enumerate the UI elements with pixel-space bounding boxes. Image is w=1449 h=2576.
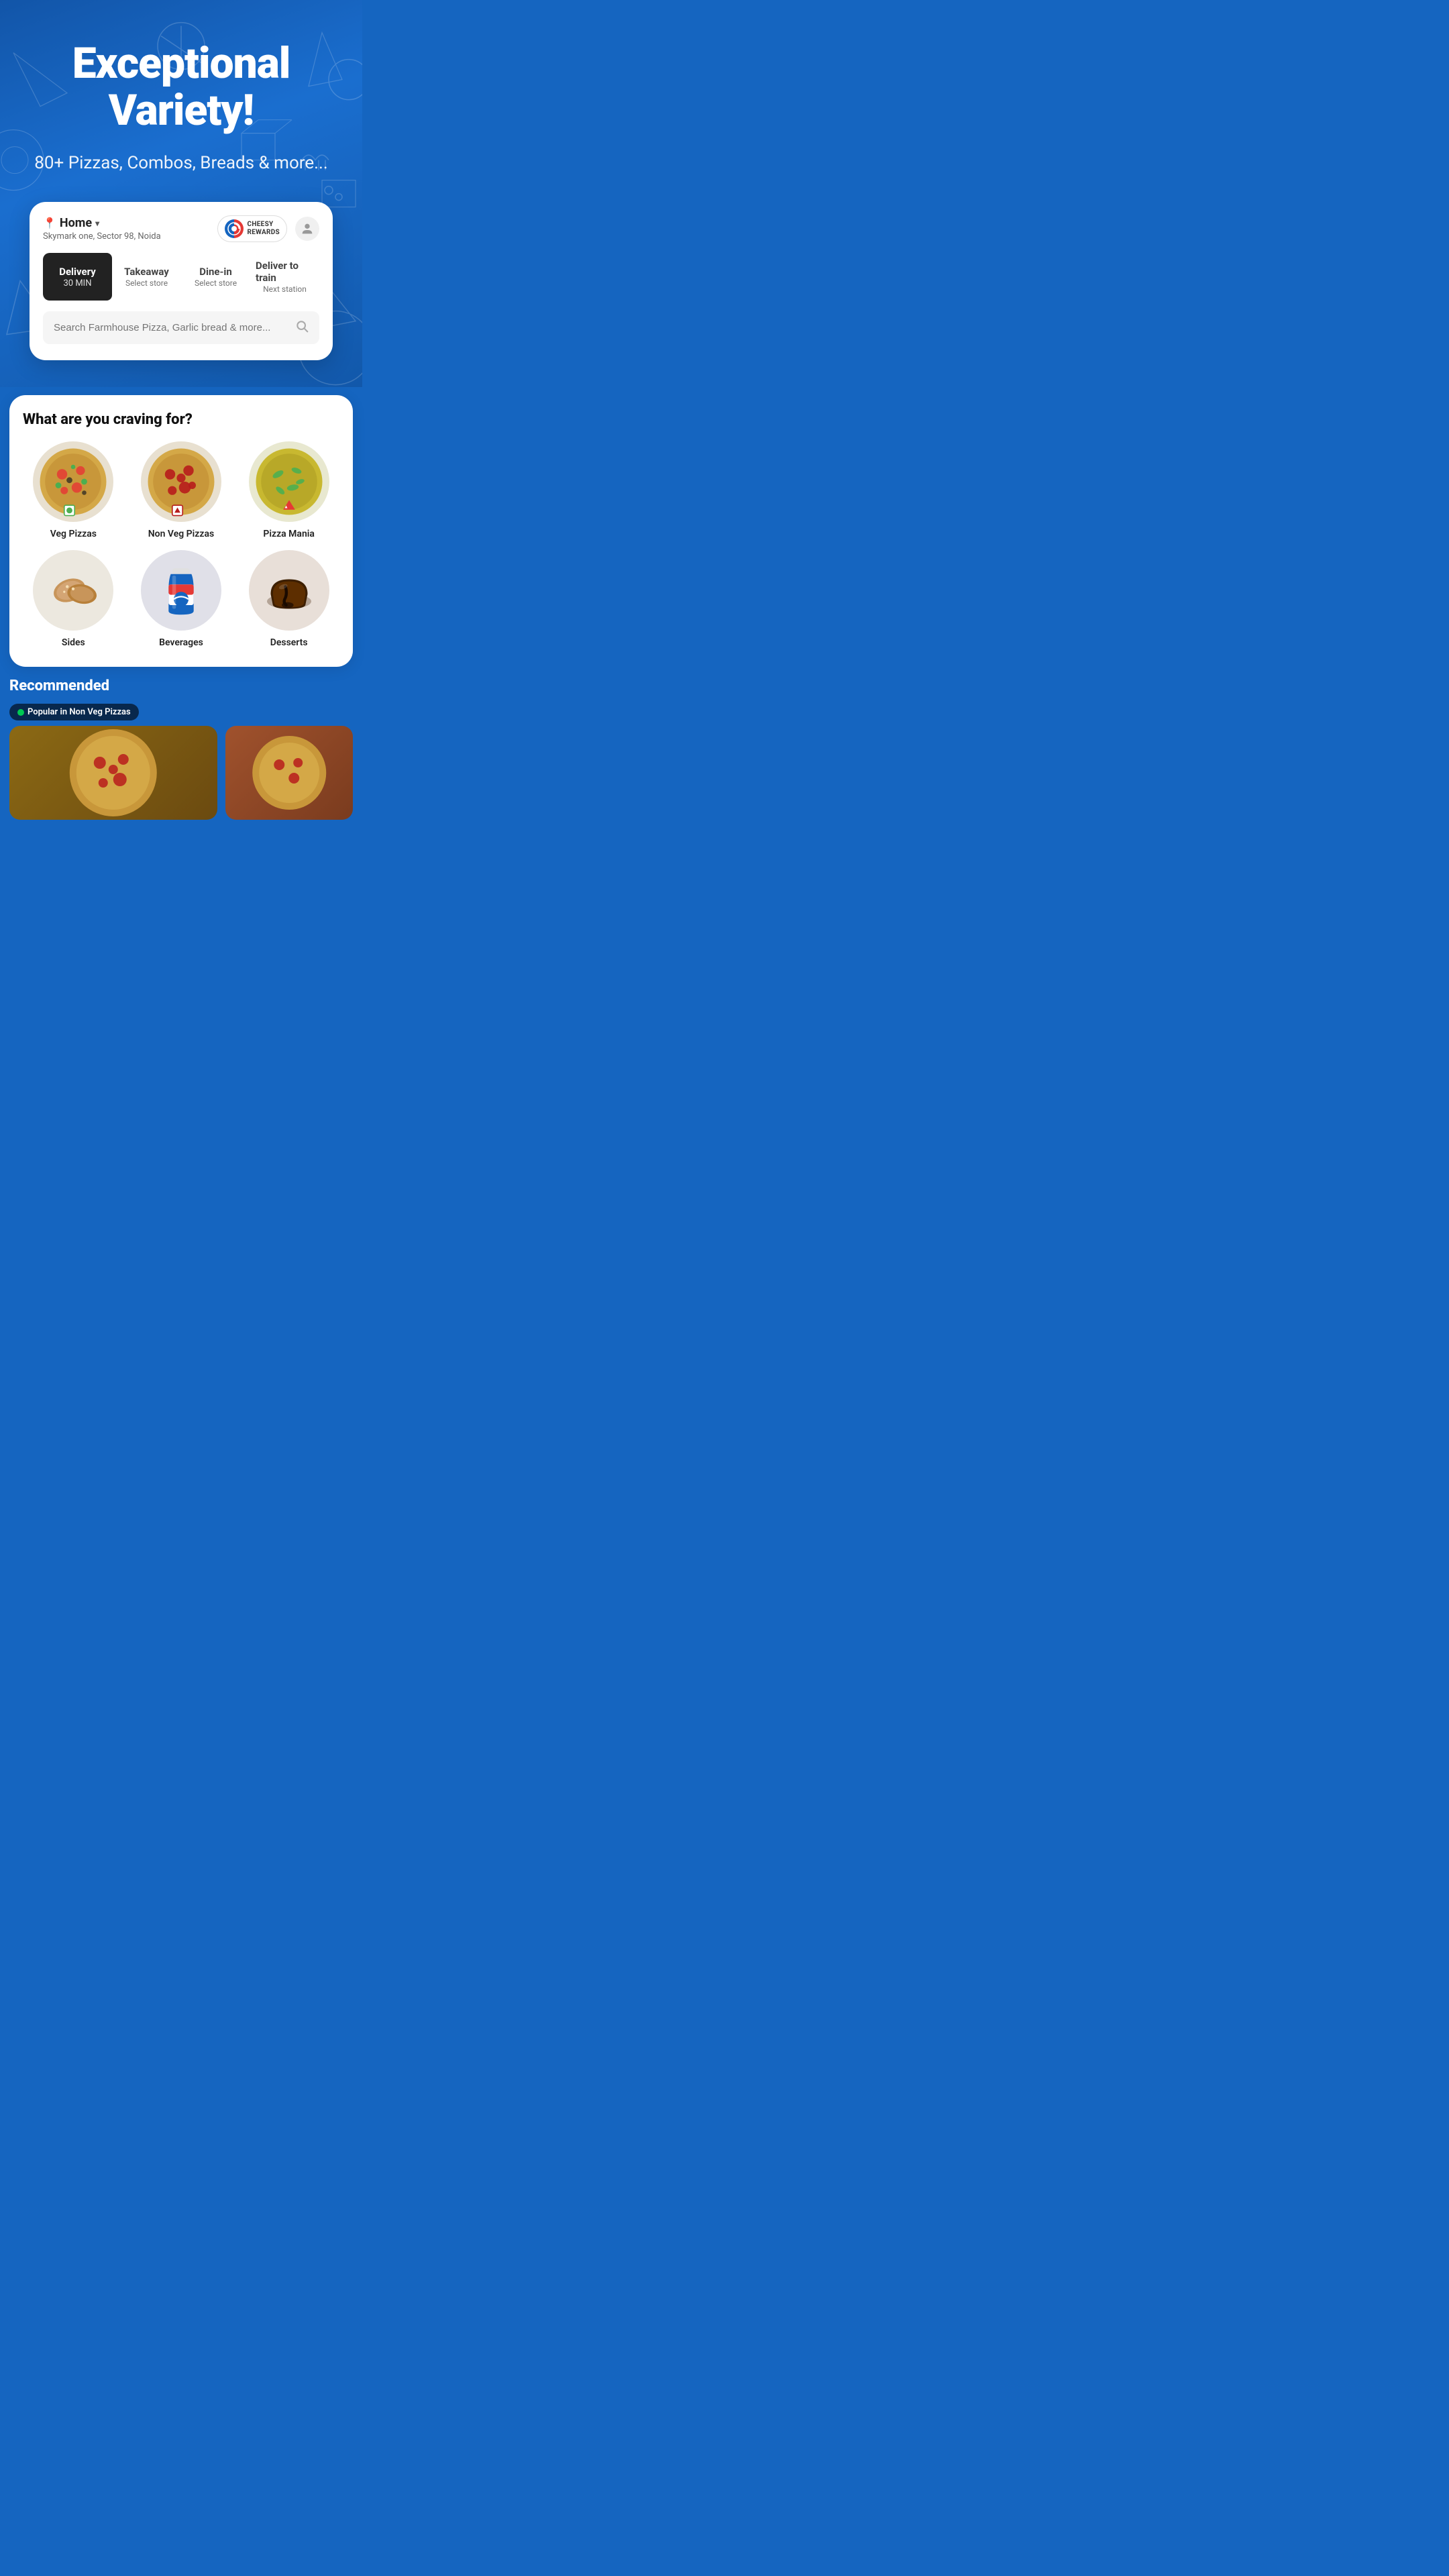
pizza-mania-label: Pizza Mania: [263, 529, 315, 539]
header-right: CHEESYREWARDS: [217, 215, 319, 242]
craving-title: What are you craving for?: [23, 411, 339, 428]
tab-dinein-label: Dine-in: [199, 266, 232, 278]
food-item-pizza-mania[interactable]: ▲ Pizza Mania: [238, 441, 339, 539]
veg-pizza-image: [33, 441, 113, 522]
sides-label: Sides: [62, 637, 85, 648]
tab-train-sublabel: Next station: [263, 284, 307, 294]
tab-dinein[interactable]: Dine-in Select store: [181, 253, 250, 301]
rewards-icon: [225, 219, 244, 238]
location-pin-icon: 📍: [43, 217, 56, 229]
popular-badge-text: Popular in Non Veg Pizzas: [28, 707, 131, 717]
preview-card-2[interactable]: [225, 726, 353, 820]
beverages-image: [141, 550, 221, 631]
tab-takeaway-sublabel: Select store: [125, 278, 168, 288]
app-card: 📍 Home ▾ Skymark one, Sector 98, Noida: [30, 202, 333, 360]
app-header: 📍 Home ▾ Skymark one, Sector 98, Noida: [43, 215, 319, 242]
rewards-text: CHEESYREWARDS: [248, 221, 280, 237]
hero-title: Exceptional Variety!: [20, 40, 342, 135]
food-item-sides[interactable]: Sides: [23, 550, 124, 648]
location-name: Home: [60, 216, 92, 230]
cheesy-rewards-button[interactable]: CHEESYREWARDS: [217, 215, 287, 242]
search-icon: [295, 319, 309, 336]
svg-text:▲: ▲: [284, 504, 288, 510]
food-item-nonveg-pizzas[interactable]: Non Veg Pizzas: [131, 441, 232, 539]
profile-button[interactable]: [295, 217, 319, 241]
hero-subtitle: 80+ Pizzas, Combos, Breads & more...: [20, 151, 342, 175]
desserts-label: Desserts: [270, 637, 308, 648]
preview-card-1[interactable]: [9, 726, 217, 820]
location-address: Skymark one, Sector 98, Noida: [43, 231, 161, 241]
food-item-veg-pizzas[interactable]: Veg Pizzas: [23, 441, 124, 539]
pizza-mania-image: ▲: [249, 441, 329, 522]
recommended-section: Recommended Popular in Non Veg Pizzas: [9, 678, 353, 833]
tab-delivery-sublabel: 30 MIN: [64, 278, 92, 288]
tab-train-label: Deliver to train: [256, 260, 314, 284]
food-grid: Veg Pizzas Non Veg Pizzas: [23, 441, 339, 648]
tab-takeaway-label: Takeaway: [124, 266, 169, 278]
popular-badge: Popular in Non Veg Pizzas: [9, 704, 139, 720]
craving-section: What are you craving for?: [9, 395, 353, 667]
location-label: 📍 Home ▾: [43, 216, 161, 230]
food-item-beverages[interactable]: Beverages: [131, 550, 232, 648]
chevron-down-icon: ▾: [95, 219, 99, 228]
tab-train[interactable]: Deliver to train Next station: [250, 253, 319, 301]
tab-delivery-label: Delivery: [59, 266, 96, 278]
popular-dot-icon: [17, 709, 24, 716]
food-item-desserts[interactable]: Desserts: [238, 550, 339, 648]
beverages-label: Beverages: [159, 637, 203, 648]
sides-image: [33, 550, 113, 631]
food-preview: [9, 726, 353, 820]
desserts-image: [249, 550, 329, 631]
search-input[interactable]: [54, 322, 288, 333]
nonveg-pizza-label: Non Veg Pizzas: [148, 529, 214, 539]
search-bar[interactable]: [43, 311, 319, 344]
hero-section: ✦ ✦ Exceptional Variety! 80+ Pizzas, Com…: [0, 0, 362, 387]
recommended-title: Recommended: [9, 678, 353, 694]
tab-dinein-sublabel: Select store: [195, 278, 237, 288]
tab-delivery[interactable]: Delivery 30 MIN: [43, 253, 112, 301]
order-tabs: Delivery 30 MIN Takeaway Select store Di…: [43, 253, 319, 301]
veg-pizza-label: Veg Pizzas: [50, 529, 97, 539]
location-area[interactable]: 📍 Home ▾ Skymark one, Sector 98, Noida: [43, 216, 161, 241]
nonveg-pizza-image: [141, 441, 221, 522]
tab-takeaway[interactable]: Takeaway Select store: [112, 253, 181, 301]
